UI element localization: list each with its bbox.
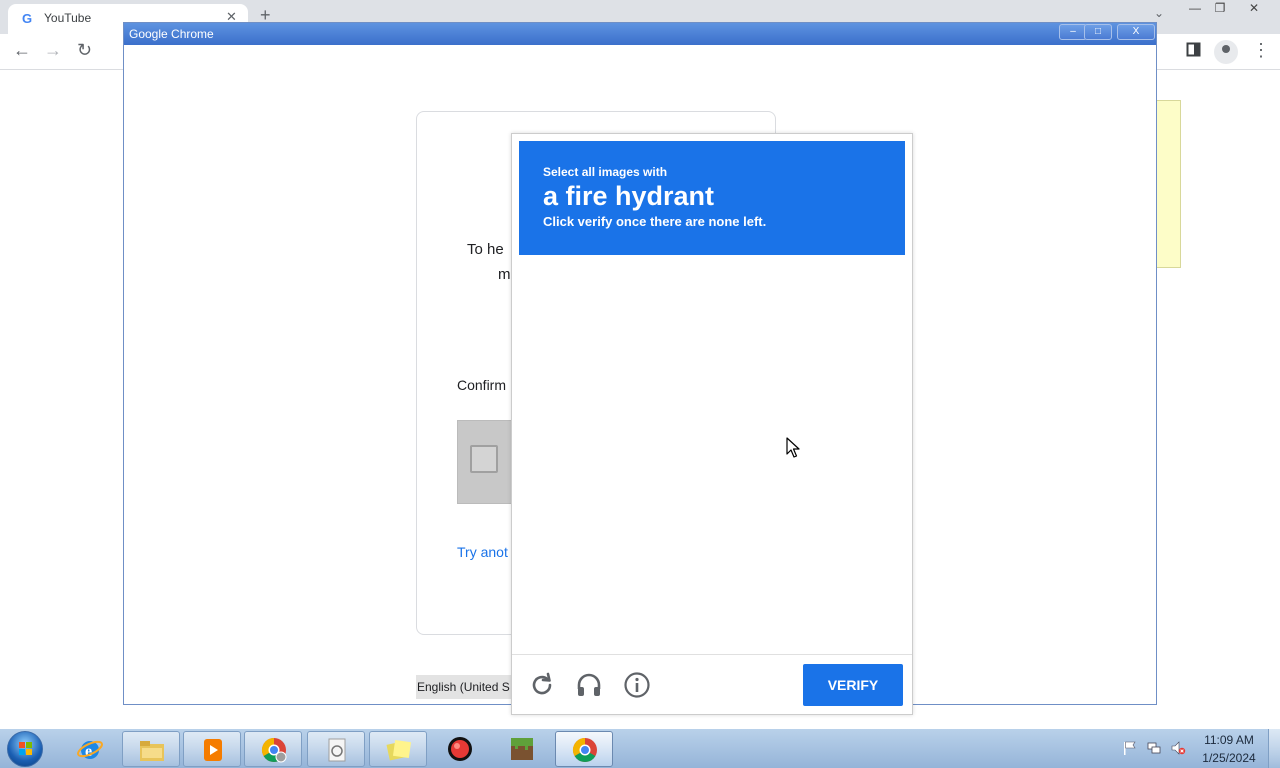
show-desktop-button[interactable] — [1268, 729, 1280, 768]
windows-logo-icon — [19, 742, 32, 755]
network-icon[interactable] — [1146, 740, 1162, 756]
google-favicon-icon: G — [22, 11, 33, 26]
popup-title: Google Chrome — [129, 27, 214, 41]
sticky-notes-icon — [386, 739, 412, 761]
recaptcha-checkbox[interactable] — [470, 445, 498, 473]
red-ball-icon — [448, 737, 472, 761]
taskbar-chrome-profile[interactable] — [244, 731, 302, 767]
verify-description: m — [498, 266, 511, 283]
taskbar-document[interactable] — [307, 731, 365, 767]
windows-taskbar: e — [0, 728, 1280, 768]
confirm-label: Confirm — [457, 377, 507, 393]
chrome-icon — [572, 738, 597, 763]
taskbar-media-player[interactable] — [183, 731, 241, 767]
challenge-instruction: Select all images with — [543, 165, 668, 179]
action-center-flag-icon[interactable] — [1122, 740, 1138, 756]
tab-search-icon[interactable]: ⌄ — [1154, 6, 1164, 20]
chrome-menu-icon[interactable]: ⋮ — [1252, 40, 1270, 61]
profile-avatar-icon[interactable] — [1214, 40, 1238, 64]
language-select[interactable]: English (United S — [416, 675, 526, 699]
side-panel-icon[interactable] — [1186, 42, 1201, 57]
verify-button[interactable]: VERIFY — [803, 664, 903, 706]
popup-close-button[interactable]: X — [1117, 24, 1155, 40]
challenge-hint: Click verify once there are none left. — [543, 214, 767, 229]
reload-icon[interactable] — [528, 671, 556, 699]
browser-close-button[interactable]: ✕ — [1243, 1, 1265, 17]
headphones-icon[interactable] — [575, 671, 603, 699]
media-player-icon — [204, 739, 222, 761]
challenge-header: Select all images with a fire hydrant Cl… — [519, 141, 905, 255]
start-button[interactable] — [7, 731, 43, 767]
challenge-footer: VERIFY — [512, 654, 912, 714]
folder-icon — [140, 741, 164, 761]
popup-titlebar[interactable]: Google Chrome – □ X — [124, 23, 1156, 45]
verify-description: To he — [467, 241, 504, 258]
taskbar-minecraft[interactable] — [493, 731, 551, 767]
document-icon — [328, 738, 346, 762]
clock-date[interactable]: 1/25/2024 — [1190, 751, 1268, 765]
popup-content: To he m Confirm Try anot English (United… — [127, 45, 1153, 715]
internet-explorer-icon: e — [77, 740, 103, 760]
forward-icon[interactable]: → — [44, 40, 62, 61]
popup-maximize-button[interactable]: □ — [1084, 24, 1112, 40]
try-another-way-link[interactable]: Try anot — [457, 544, 508, 560]
taskbar-red-ball-app[interactable] — [431, 731, 489, 767]
tab-title: YouTube — [44, 11, 92, 25]
clock-time[interactable]: 11:09 AM — [1190, 733, 1268, 747]
taskbar-file-explorer[interactable] — [122, 731, 180, 767]
taskbar-internet-explorer[interactable]: e — [61, 731, 119, 767]
recaptcha-challenge: Select all images with a fire hydrant Cl… — [511, 133, 913, 715]
taskbar-sticky-notes[interactable] — [369, 731, 427, 767]
taskbar-chrome[interactable] — [555, 731, 613, 767]
volume-muted-icon[interactable] — [1170, 740, 1186, 756]
info-icon[interactable] — [623, 671, 651, 699]
sticky-note-window[interactable] — [1156, 100, 1181, 268]
back-icon[interactable]: ← — [13, 40, 31, 61]
popup-minimize-button[interactable]: – — [1059, 24, 1087, 40]
browser-minimize-button[interactable]: — — [1184, 1, 1206, 17]
mouse-cursor-icon — [786, 437, 800, 458]
grass-block-icon — [511, 738, 533, 760]
browser-restore-button[interactable]: ❐ — [1209, 1, 1231, 17]
reload-browser-icon[interactable]: ↻ — [77, 40, 92, 61]
challenge-target-object: a fire hydrant — [543, 181, 715, 211]
chrome-popup-window: Google Chrome – □ X To he m Confirm Try … — [123, 22, 1157, 715]
chrome-icon — [261, 738, 287, 763]
